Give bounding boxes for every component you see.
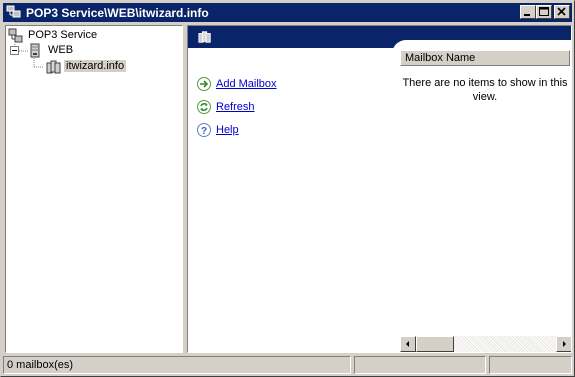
title-bar[interactable]: POP3 Service\WEB\itwizard.info bbox=[3, 3, 572, 22]
close-button[interactable] bbox=[554, 5, 570, 19]
close-icon bbox=[557, 7, 566, 16]
scroll-left-button[interactable] bbox=[400, 336, 416, 352]
status-bar: 0 mailbox(es) bbox=[3, 356, 572, 374]
details-pane: Add Mailbox Refresh ? Help Mailbox Name … bbox=[187, 25, 572, 353]
refresh-icon bbox=[196, 99, 212, 118]
help-link[interactable]: Help bbox=[216, 124, 239, 136]
add-arrow-icon bbox=[196, 76, 212, 95]
tree-item-web[interactable]: WEB bbox=[10, 43, 100, 59]
client-area: POP3 Service WEB itwizard.info Add Mailb… bbox=[5, 25, 572, 353]
maximize-button[interactable] bbox=[536, 5, 552, 19]
window-title: POP3 Service\WEB\itwizard.info bbox=[26, 6, 209, 20]
svg-text:?: ? bbox=[201, 126, 207, 137]
tree-item-itwizard-info[interactable]: itwizard.info bbox=[28, 59, 138, 75]
tree-item-label: WEB bbox=[48, 44, 74, 56]
status-cell-3 bbox=[489, 356, 572, 374]
column-header-label: Mailbox Name bbox=[405, 52, 476, 64]
help-icon: ? bbox=[196, 122, 212, 141]
status-cell-main: 0 mailbox(es) bbox=[3, 356, 351, 374]
scroll-thumb[interactable] bbox=[416, 336, 454, 352]
scroll-right-button[interactable] bbox=[556, 336, 571, 352]
minimize-button[interactable] bbox=[520, 5, 536, 19]
scroll-right-icon bbox=[563, 341, 566, 347]
maximize-icon bbox=[539, 7, 549, 16]
domain-header-icon bbox=[198, 30, 212, 47]
status-cell-2 bbox=[354, 356, 486, 374]
refresh-link[interactable]: Refresh bbox=[216, 101, 255, 113]
console-tree[interactable]: POP3 Service WEB itwizard.info bbox=[5, 25, 183, 353]
status-text: 0 mailbox(es) bbox=[7, 359, 74, 371]
mailbox-list[interactable]: Mailbox Name There are no items to show … bbox=[400, 48, 571, 352]
expander-toggle[interactable] bbox=[10, 46, 19, 58]
column-header-mailbox-name[interactable]: Mailbox Name bbox=[400, 50, 570, 66]
add-mailbox-link[interactable]: Add Mailbox bbox=[216, 78, 277, 90]
minimize-icon bbox=[524, 14, 530, 16]
pop3-window: POP3 Service\WEB\itwizard.info POP3 Serv… bbox=[0, 0, 575, 377]
horizontal-scrollbar[interactable] bbox=[400, 336, 571, 352]
empty-list-message: There are no items to show in this view. bbox=[402, 77, 568, 103]
server-tree-icon bbox=[6, 5, 22, 19]
domain-icon bbox=[46, 59, 62, 78]
tree-item-label: itwizard.info bbox=[64, 60, 127, 72]
scroll-left-icon bbox=[406, 341, 409, 347]
